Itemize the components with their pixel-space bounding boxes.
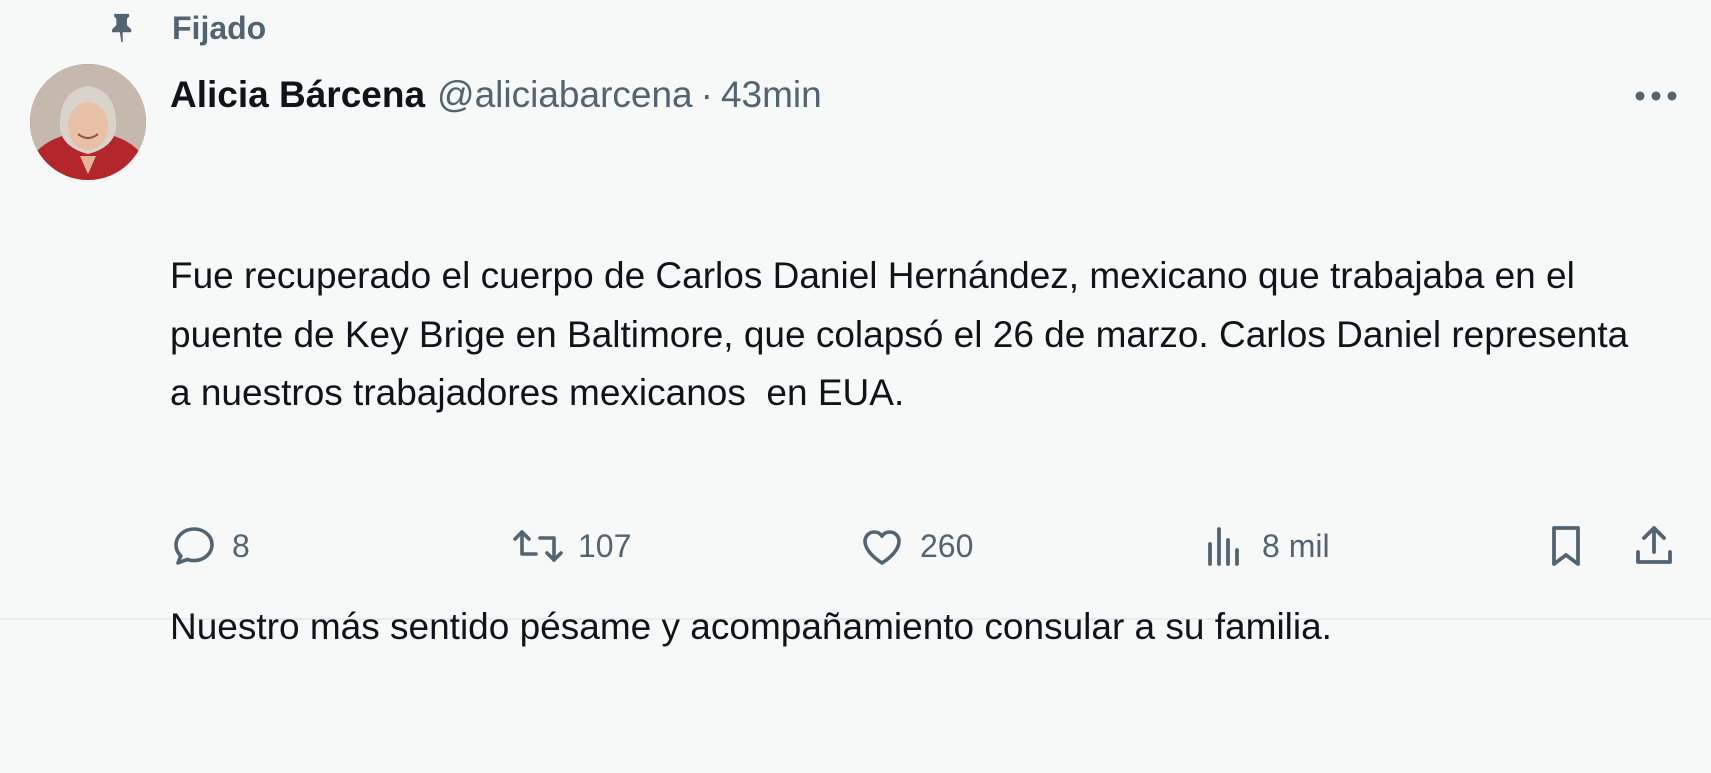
tweet-timestamp[interactable]: 43min xyxy=(721,74,822,116)
tweet-text: Fue recuperado el cuerpo de Carlos Danie… xyxy=(170,130,1650,773)
more-icon xyxy=(1635,91,1677,101)
tweet-text-paragraph: Nuestro más sentido pésame y acompañamie… xyxy=(170,605,1332,647)
retweet-button[interactable]: 107 xyxy=(512,518,631,574)
views-button[interactable]: 8 mil xyxy=(1200,518,1330,574)
tweet[interactable]: Fijado Alicia Bárcena @aliciabarcena · 4… xyxy=(0,0,1711,647)
tweet-actions: 8 107 260 8 mil xyxy=(170,518,1690,574)
pinned-label: Fijado xyxy=(172,9,267,46)
more-options-button[interactable] xyxy=(1630,76,1682,116)
bookmark-icon xyxy=(1542,522,1590,570)
tweet-header: Alicia Bárcena @aliciabarcena · 43min xyxy=(170,70,822,120)
pin-icon xyxy=(104,8,140,48)
tweet-text-paragraph: Fue recuperado el cuerpo de Carlos Danie… xyxy=(170,255,1639,413)
share-button[interactable] xyxy=(1630,518,1678,574)
bookmark-button[interactable] xyxy=(1542,518,1590,574)
reply-button[interactable]: 8 xyxy=(170,518,250,574)
share-icon xyxy=(1630,522,1678,570)
header-separator: · xyxy=(700,74,713,115)
avatar[interactable] xyxy=(30,64,146,180)
heart-icon xyxy=(858,522,906,570)
reply-count: 8 xyxy=(232,527,250,564)
retweet-count: 107 xyxy=(578,527,632,564)
pinned-indicator: Fijado xyxy=(104,8,266,48)
author-name[interactable]: Alicia Bárcena xyxy=(170,74,425,116)
reply-icon xyxy=(170,522,218,570)
like-button[interactable]: 260 xyxy=(858,518,973,574)
retweet-icon xyxy=(512,522,564,570)
like-count: 260 xyxy=(920,527,974,564)
views-count: 8 mil xyxy=(1262,527,1330,564)
author-handle[interactable]: @aliciabarcena xyxy=(437,74,693,116)
analytics-icon xyxy=(1200,522,1248,570)
